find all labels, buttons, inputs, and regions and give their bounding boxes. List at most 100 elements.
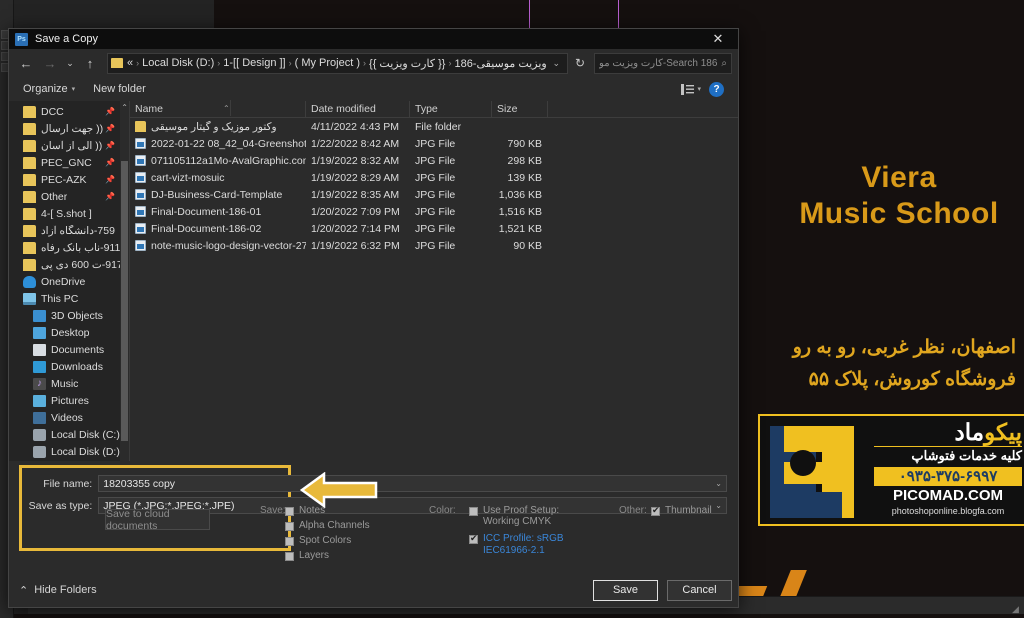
file-date-cell: 1/20/2022 7:14 PM [311, 222, 400, 235]
sidebar-item[interactable]: Local Disk (D:) [9, 443, 129, 460]
table-row[interactable]: 2022-01-22 08_42_04-Greenshot 1/22/2022 8… [130, 135, 738, 152]
table-row[interactable]: 071105112a1Mo-AvalGraphic.com_ 1/19/2022 … [130, 152, 738, 169]
checkbox-icon[interactable] [285, 537, 294, 546]
pin-icon[interactable]: 📌 [105, 107, 115, 116]
breadcrumb-item[interactable]: Local Disk (D:) [142, 57, 214, 69]
up-icon[interactable]: ↑ [79, 52, 101, 74]
music-icon: ♪ [33, 377, 46, 390]
view-options-button[interactable]: ▾ [681, 83, 701, 95]
search-input[interactable]: Search 186-کارت ویزیت موسیقی ⌕ [594, 52, 732, 74]
sidebar-item[interactable]: DCC 📌 [9, 103, 129, 120]
file-name-label: cart-vizt-mosuic [151, 171, 225, 184]
breadcrumb-item[interactable]: 1-[[ Design ]] [223, 57, 285, 69]
dialog-body: DCC 📌(( جهت ارسال 📌(( الی از آسان 📌 PEC_GNC 📌… [9, 100, 738, 461]
hide-folders-button[interactable]: ⌃ Hide Folders [19, 584, 97, 597]
sidebar-item[interactable]: ♪ Music [9, 375, 129, 392]
pin-icon[interactable]: 📌 [105, 141, 115, 150]
this-pc-icon [23, 292, 36, 305]
checkbox-icon[interactable] [651, 505, 660, 516]
sidebar-item[interactable]: (( جهت ارسال 📌 [9, 120, 129, 137]
checkbox-icon[interactable] [469, 507, 478, 516]
file-type-cell: JPG File [415, 205, 456, 218]
column-header-date[interactable]: Date modified [306, 101, 410, 117]
checkbox-row[interactable]: Thumbnail [651, 505, 739, 520]
sidebar-item[interactable]: Videos [9, 409, 129, 426]
sidebar-item[interactable]: Pictures [9, 392, 129, 409]
breadcrumb-item[interactable]: « [127, 57, 133, 69]
file-name-cell: Final-Document-186-02 [130, 223, 306, 235]
checkbox-icon[interactable] [469, 533, 478, 544]
sidebar-item[interactable]: OneDrive [9, 273, 129, 290]
dialog-title: Save a Copy [35, 33, 98, 45]
sidebar-item[interactable]: 4-[ S.shot ] [9, 205, 129, 222]
chevron-down-icon[interactable]: ⌄ [715, 479, 722, 488]
column-header-type[interactable]: Type [410, 101, 492, 117]
filename-value: 18203355 copy [103, 477, 176, 490]
save-to-cloud-documents-button[interactable]: Save to cloud documents [105, 508, 210, 532]
sidebar-item[interactable]: 3D Objects [9, 307, 129, 324]
other-options-column: Other: Thumbnail [619, 505, 739, 520]
sidebar-item[interactable]: Desktop [9, 324, 129, 341]
back-icon[interactable]: ← [15, 52, 37, 74]
organize-button[interactable]: Organize ▾ [23, 83, 75, 95]
forward-icon[interactable]: → [39, 52, 61, 74]
sidebar-item[interactable]: PEC_GNC 📌 [9, 154, 129, 171]
sidebar-item[interactable]: Other 📌 [9, 188, 129, 205]
sidebar-item[interactable]: This PC [9, 290, 129, 307]
table-row[interactable]: note-music-logo-design-vector-27015396 1/… [130, 237, 738, 254]
pin-icon[interactable]: 📌 [105, 158, 115, 167]
new-folder-button[interactable]: New folder [93, 83, 146, 95]
file-type-cell: JPG File [415, 171, 456, 184]
checkbox-row[interactable]: Alpha Channels [285, 520, 380, 535]
chevron-down-icon[interactable]: ⌄ [547, 58, 565, 69]
checkbox-row[interactable]: Spot Colors [285, 535, 380, 550]
table-row[interactable]: Final-Document-186-01 1/20/2022 7:09 PM JP… [130, 203, 738, 220]
sidebar-item-label: (( جهت ارسال [41, 122, 104, 135]
sidebar-item[interactable]: 911-ناب بانک رفاه [9, 239, 129, 256]
file-type-cell: JPG File [415, 239, 456, 252]
scrollbar-thumb[interactable] [121, 161, 128, 441]
cancel-button[interactable]: Cancel [667, 579, 732, 601]
sidebar-item-label: Local Disk (D:) [51, 445, 120, 458]
sidebar-item[interactable]: (( الی از آسان 📌 [9, 137, 129, 154]
breadcrumb-item[interactable]: ( My Project ) [295, 57, 360, 69]
save-button[interactable]: Save [593, 579, 658, 601]
recent-locations-icon[interactable]: ⌄ [63, 52, 77, 74]
table-row[interactable]: cart-vizt-mosuic 1/19/2022 8:29 AM JPG Fil… [130, 169, 738, 186]
sidebar-scrollbar[interactable]: ⌃ [120, 101, 129, 461]
pin-icon[interactable]: 📌 [105, 192, 115, 201]
refresh-icon[interactable]: ↻ [570, 56, 590, 70]
resize-grip-icon[interactable]: ◢ [1012, 604, 1022, 614]
sidebar-item[interactable]: 917-ت 600 دی پی [9, 256, 129, 273]
address-bar[interactable]: «› Local Disk (D:) › 1-[[ Design ]] ›( My Pr… [107, 52, 568, 74]
sidebar-item[interactable]: PEC-AZK 📌 [9, 171, 129, 188]
scroll-up-icon[interactable]: ⌃ [121, 103, 128, 112]
checkbox-icon[interactable] [285, 522, 294, 531]
breadcrumb[interactable]: «› Local Disk (D:) › 1-[[ Design ]] ›( My Pr… [127, 57, 547, 70]
checkbox-icon[interactable] [285, 552, 294, 561]
sidebar-item[interactable]: Local Disk (C:) [9, 426, 129, 443]
table-row[interactable]: Final-Document-186-02 1/20/2022 7:14 PM JP… [130, 220, 738, 237]
sidebar-item[interactable]: Downloads [9, 358, 129, 375]
breadcrumb-item[interactable]: {{ کارت ویزیت }} [369, 57, 445, 70]
jpg-file-icon [135, 189, 146, 200]
sidebar-item[interactable]: Documents [9, 341, 129, 358]
pin-icon[interactable]: 📌 [105, 124, 115, 133]
file-type-cell: JPG File [415, 222, 456, 235]
close-icon[interactable]: ✕ [698, 29, 738, 49]
sidebar-item[interactable]: 759-دانشگاه آزاد [9, 222, 129, 239]
breadcrumb-item[interactable]: 186-کارت ویزیت موسیقی [454, 57, 547, 70]
pin-icon[interactable]: 📌 [105, 175, 115, 184]
file-name-cell: Final-Document-186-01 [130, 206, 306, 218]
column-header-size[interactable]: Size [492, 101, 548, 117]
table-row[interactable]: وکتور موزیک و گیتار موسیقی 4/11/2022 4:43… [130, 118, 738, 135]
checkbox-row[interactable]: Use Proof Setup: Working CMYK [469, 505, 609, 533]
help-icon[interactable]: ? [709, 81, 724, 97]
checkbox-row[interactable]: ICC Profile: sRGBIEC61966-2.1 [469, 533, 609, 561]
checkbox-row[interactable]: Layers [285, 550, 380, 565]
folder-icon [23, 105, 36, 118]
jpg-file-icon [135, 206, 146, 217]
checkbox-icon[interactable] [285, 507, 294, 516]
filename-input[interactable]: 18203355 copy ⌄ [98, 475, 727, 492]
table-row[interactable]: DJ-Business-Card-Template 1/19/2022 8:35 … [130, 186, 738, 203]
